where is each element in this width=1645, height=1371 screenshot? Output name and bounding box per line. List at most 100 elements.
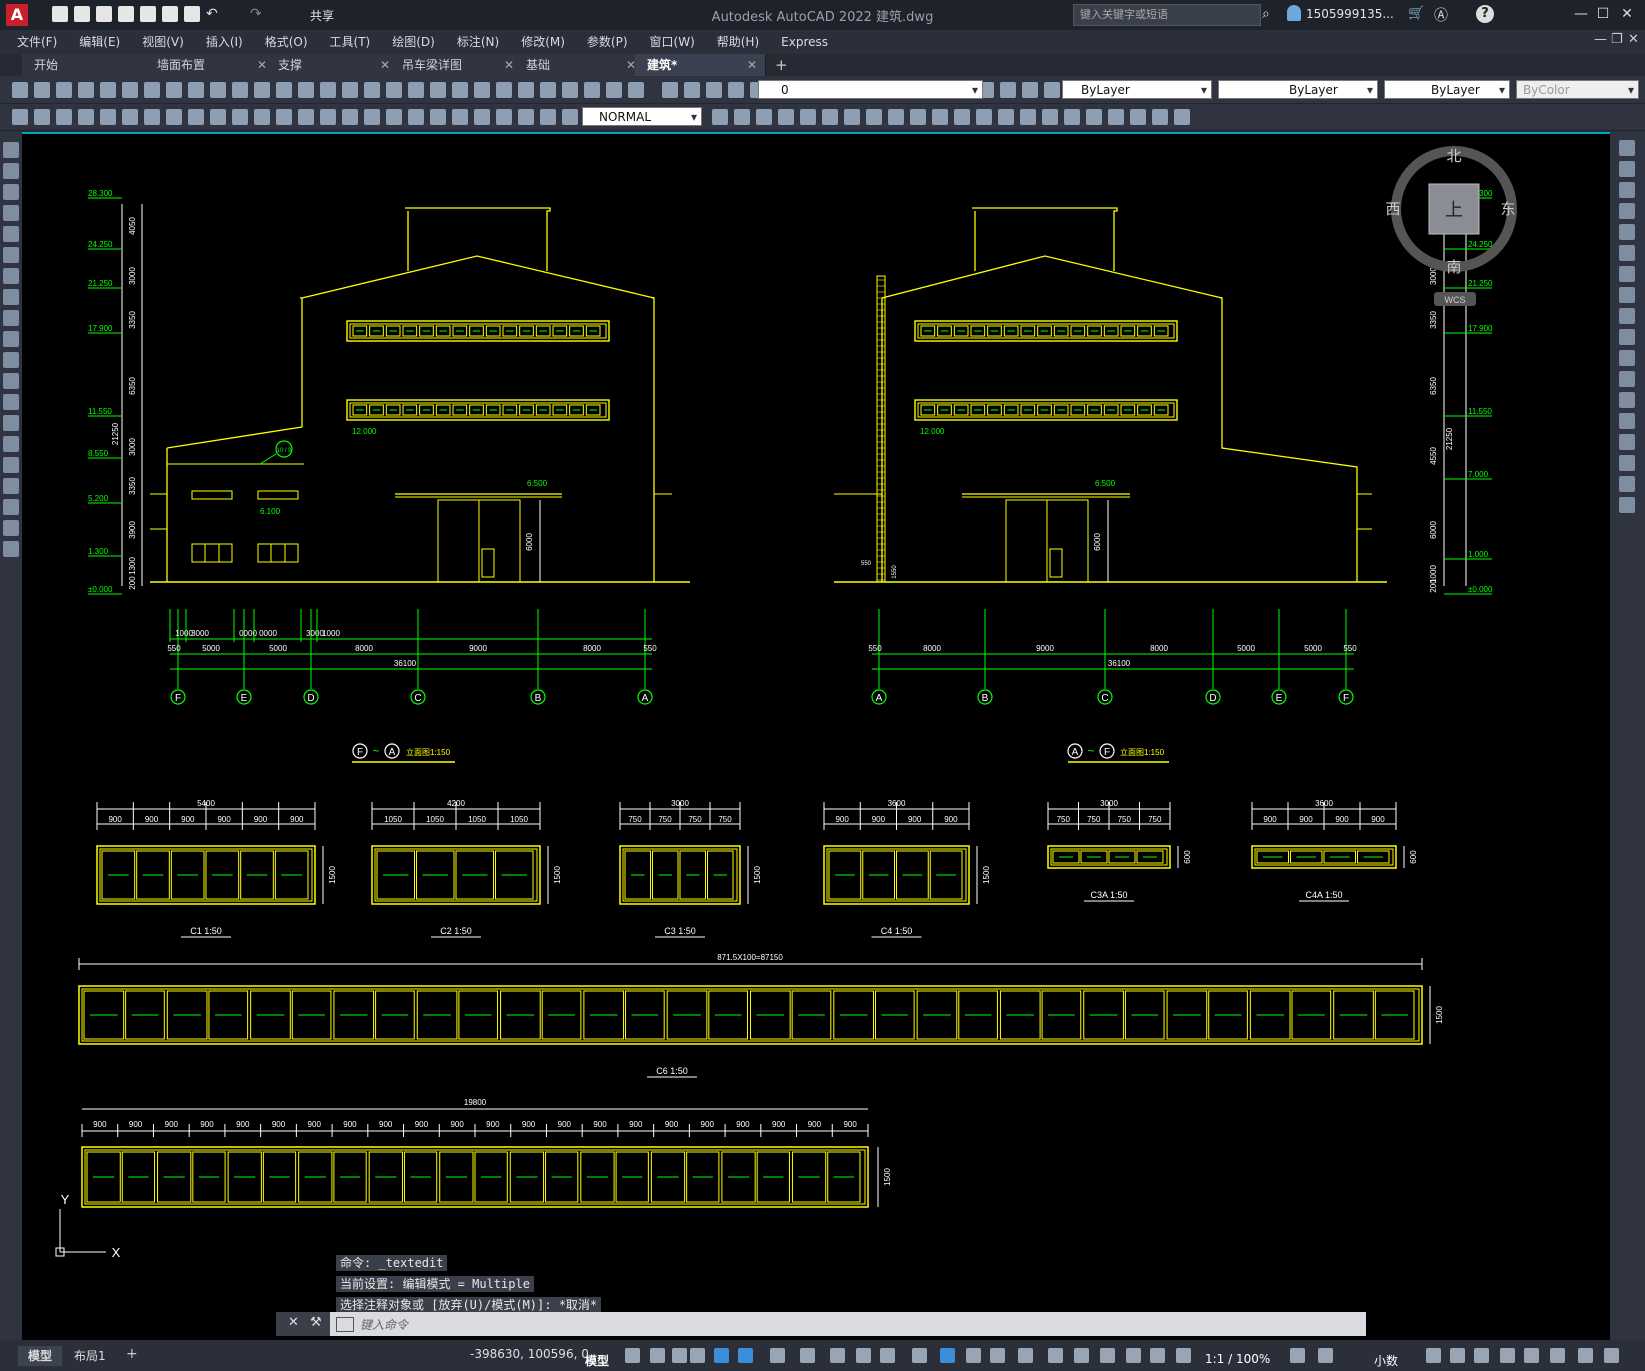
- close-tab-icon[interactable]: ✕: [747, 54, 757, 76]
- drawing-canvas[interactable]: 28.300 24.250 21.250 17.900 11.550 8.550 5.200…: [22, 132, 1610, 1342]
- toolbar-tool-icon[interactable]: [584, 82, 600, 98]
- annotation-scale[interactable]: 1:1 / 100%: [1205, 1352, 1270, 1366]
- plotstyle-dropdown[interactable]: ByColor: [1516, 80, 1639, 100]
- status-toggle-icon[interactable]: [1604, 1348, 1619, 1363]
- close-tab-icon[interactable]: ✕: [504, 54, 514, 76]
- status-toggle-icon[interactable]: [1318, 1348, 1333, 1363]
- toolbar-tool-icon[interactable]: [364, 109, 380, 125]
- toolbar-tool-icon[interactable]: [778, 109, 794, 125]
- status-toggle-icon[interactable]: [1100, 1348, 1115, 1363]
- status-toggle-icon[interactable]: [1524, 1348, 1539, 1363]
- toolbar-tool-icon[interactable]: [1086, 109, 1102, 125]
- status-toggle-icon[interactable]: [1048, 1348, 1063, 1363]
- draw-tool-icon[interactable]: [3, 163, 19, 179]
- modify-tool-icon[interactable]: [1619, 266, 1635, 282]
- toolbar-tool-icon[interactable]: [34, 82, 50, 98]
- toolbar-tool-icon[interactable]: [734, 109, 750, 125]
- draw-tool-icon[interactable]: [3, 415, 19, 431]
- toolbar-tool-icon[interactable]: [628, 82, 644, 98]
- menu-express[interactable]: Express: [770, 30, 839, 54]
- modify-tool-icon[interactable]: [1619, 161, 1635, 177]
- toolbar-tool-icon[interactable]: [12, 109, 28, 125]
- status-toggle-icon[interactable]: [1074, 1348, 1089, 1363]
- layout-tab-model[interactable]: 模型: [18, 1346, 63, 1366]
- status-toggle-icon[interactable]: [738, 1348, 753, 1363]
- toolbar-tool-icon[interactable]: [888, 109, 904, 125]
- draw-tool-icon[interactable]: [3, 499, 19, 515]
- command-line[interactable]: [330, 1312, 1366, 1336]
- toolbar-tool-icon[interactable]: [496, 82, 512, 98]
- draw-tool-icon[interactable]: [3, 268, 19, 284]
- toolbar-tool-icon[interactable]: [320, 82, 336, 98]
- customize-wrench-icon[interactable]: ⚒: [310, 1315, 322, 1330]
- toolbar-tool-icon[interactable]: [540, 82, 556, 98]
- toolbar-tool-icon[interactable]: [1174, 109, 1190, 125]
- tab-wall-layout[interactable]: 墙面布置 ✕: [145, 54, 276, 76]
- status-toggle-icon[interactable]: [1426, 1348, 1441, 1363]
- toolbar-tool-icon[interactable]: [1064, 109, 1080, 125]
- tab-bracing[interactable]: 支撑 ✕: [266, 54, 399, 76]
- status-toggle-icon[interactable]: [940, 1348, 955, 1363]
- status-toggle-icon[interactable]: [880, 1348, 895, 1363]
- draw-tool-icon[interactable]: [3, 247, 19, 263]
- status-toggle-icon[interactable]: [912, 1348, 927, 1363]
- toolbar-tool-icon[interactable]: [144, 82, 160, 98]
- toolbar-tool-icon[interactable]: [78, 109, 94, 125]
- layer-dropdown[interactable]: 0: [758, 80, 983, 100]
- modify-tool-icon[interactable]: [1619, 245, 1635, 261]
- toolbar-tool-icon[interactable]: [562, 82, 578, 98]
- modify-tool-icon[interactable]: [1619, 371, 1635, 387]
- toolbar-tool-icon[interactable]: [166, 109, 182, 125]
- doc-close-button[interactable]: ✕: [1628, 32, 1639, 47]
- toolbar-tool-icon[interactable]: [496, 109, 512, 125]
- toolbar-tool-icon[interactable]: [1042, 109, 1058, 125]
- toolbar-tool-icon[interactable]: [276, 109, 292, 125]
- draw-tool-icon[interactable]: [3, 142, 19, 158]
- status-toggle-icon[interactable]: [714, 1348, 729, 1363]
- toolbar-tool-icon[interactable]: [122, 82, 138, 98]
- modify-tool-icon[interactable]: [1619, 329, 1635, 345]
- cart-icon[interactable]: 🛒: [1408, 6, 1424, 21]
- menu-draw[interactable]: 绘图(D): [381, 30, 446, 54]
- toolbar-tool-icon[interactable]: [540, 109, 556, 125]
- toolbar-tool-icon[interactable]: [932, 109, 948, 125]
- modify-tool-icon[interactable]: [1619, 392, 1635, 408]
- toolbar-tool-icon[interactable]: [1152, 109, 1168, 125]
- draw-tool-icon[interactable]: [3, 226, 19, 242]
- status-toggle-icon[interactable]: [856, 1348, 871, 1363]
- status-toggle-icon[interactable]: [650, 1348, 665, 1363]
- toolbar-tool-icon[interactable]: [210, 109, 226, 125]
- menu-view[interactable]: 视图(V): [131, 30, 195, 54]
- color-dropdown[interactable]: ByLayer: [1062, 80, 1212, 100]
- doc-minimize-button[interactable]: —: [1594, 32, 1607, 47]
- toolbar-tool-icon[interactable]: [866, 109, 882, 125]
- linetype-dropdown[interactable]: ByLayer: [1218, 80, 1378, 100]
- close-tab-icon[interactable]: ✕: [380, 54, 390, 76]
- toolbar-tool-icon[interactable]: [408, 109, 424, 125]
- modify-tool-icon[interactable]: [1619, 203, 1635, 219]
- toolbar-tool-icon[interactable]: [712, 109, 728, 125]
- toolbar-tool-icon[interactable]: [364, 82, 380, 98]
- status-toggle-icon[interactable]: [672, 1348, 687, 1363]
- user-account[interactable]: 1505999135...: [1306, 7, 1394, 21]
- menu-help[interactable]: 帮助(H): [706, 30, 770, 54]
- toolbar-tool-icon[interactable]: [254, 82, 270, 98]
- toolbar-tool-icon[interactable]: [56, 82, 72, 98]
- toolbar-tool-icon[interactable]: [518, 109, 534, 125]
- menu-file[interactable]: 文件(F): [6, 30, 68, 54]
- toolbar-tool-icon[interactable]: [1022, 82, 1038, 98]
- menu-insert[interactable]: 插入(I): [195, 30, 254, 54]
- status-toggle-icon[interactable]: [770, 1348, 785, 1363]
- command-prompt-icon[interactable]: [336, 1317, 354, 1332]
- draw-tool-icon[interactable]: [3, 310, 19, 326]
- toolbar-tool-icon[interactable]: [1108, 109, 1124, 125]
- modify-tool-icon[interactable]: [1619, 140, 1635, 156]
- toolbar-tool-icon[interactable]: [100, 109, 116, 125]
- status-toggle-icon[interactable]: [830, 1348, 845, 1363]
- autodesk-a360-icon[interactable]: Ⓐ: [1434, 5, 1448, 25]
- toolbar-tool-icon[interactable]: [232, 82, 248, 98]
- toolbar-tool-icon[interactable]: [122, 109, 138, 125]
- toolbar-tool-icon[interactable]: [728, 82, 744, 98]
- toolbar-tool-icon[interactable]: [562, 109, 578, 125]
- toolbar-tool-icon[interactable]: [408, 82, 424, 98]
